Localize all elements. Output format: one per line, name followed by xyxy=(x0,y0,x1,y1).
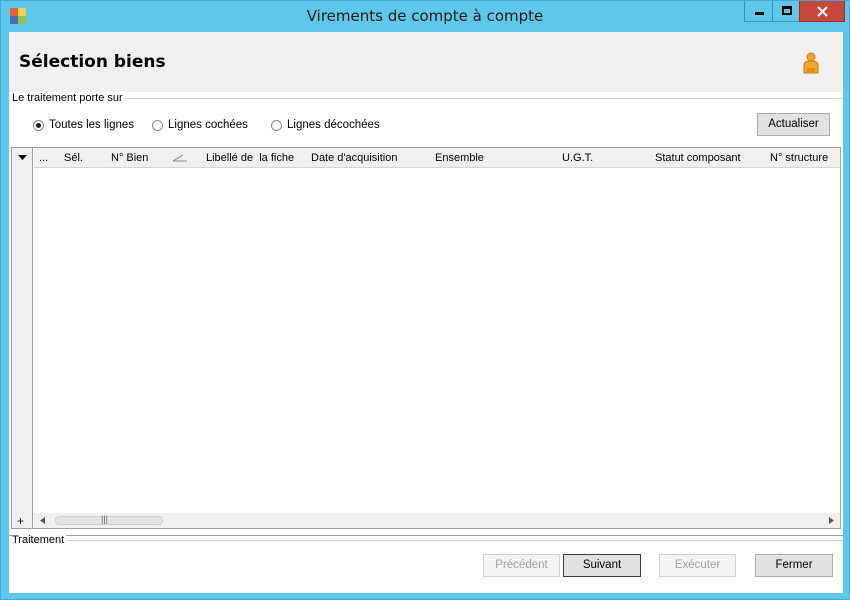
radio-all-lines[interactable]: Toutes les lignes xyxy=(33,118,134,132)
column-header-structure-number[interactable]: N° structure xyxy=(770,152,828,164)
user-icon xyxy=(803,52,819,74)
scroll-right-icon[interactable] xyxy=(829,517,834,524)
footer-group-line xyxy=(67,540,843,541)
scroll-left-icon[interactable] xyxy=(40,517,45,524)
scroll-thumb-grip: ||| xyxy=(101,514,109,524)
radio-checked-lines[interactable]: Lignes cochées xyxy=(152,118,248,132)
close-window-button[interactable] xyxy=(799,1,845,22)
window-title: Virements de compte à compte xyxy=(306,7,544,25)
close-icon xyxy=(817,6,828,17)
maximize-button[interactable] xyxy=(772,1,800,22)
minimize-icon xyxy=(755,12,764,15)
add-row-icon[interactable]: + xyxy=(17,514,24,528)
footer-group-label: Traitement xyxy=(12,534,67,546)
radio-unchecked-lines-label: Lignes décochées xyxy=(287,119,380,131)
column-header-ugt[interactable]: U.G.T. xyxy=(562,152,593,164)
column-header-label[interactable]: Libellé de la fiche xyxy=(206,152,294,164)
page-title: Sélection biens xyxy=(19,52,166,72)
window-frame: Virements de compte à compte Sélection b… xyxy=(0,0,850,600)
header-band: Sélection biens xyxy=(9,32,843,92)
sort-indicator-icon xyxy=(173,154,187,162)
horizontal-scrollbar[interactable]: ||| xyxy=(34,513,840,528)
previous-button[interactable]: Précédent xyxy=(483,554,560,577)
refresh-button[interactable]: Actualiser xyxy=(757,113,830,136)
radio-indicator[interactable] xyxy=(271,119,282,131)
radio-unchecked-lines[interactable]: Lignes décochées xyxy=(271,118,380,132)
assets-grid[interactable]: + ... Sél. N° Bien Libellé de la fiche D… xyxy=(11,147,841,529)
column-header-asset-number[interactable]: N° Bien xyxy=(111,152,148,164)
column-header-more[interactable]: ... xyxy=(39,152,48,164)
radio-indicator[interactable] xyxy=(152,119,163,131)
execute-button[interactable]: Exécuter xyxy=(659,554,736,577)
minimize-button[interactable] xyxy=(744,1,773,22)
close-button[interactable]: Fermer xyxy=(755,554,833,577)
grid-header: ... Sél. N° Bien Libellé de la fiche Dat… xyxy=(34,148,840,168)
scroll-thumb[interactable]: ||| xyxy=(55,514,163,525)
client-area: Sélection biens Le traitement porte sur … xyxy=(9,32,843,593)
radio-all-lines-label: Toutes les lignes xyxy=(49,119,135,131)
row-selector-column: + xyxy=(12,148,33,528)
radio-checked-lines-label: Lignes cochées xyxy=(168,119,248,131)
column-header-component-status[interactable]: Statut composant xyxy=(655,152,741,164)
title-bar[interactable]: Virements de compte à compte xyxy=(1,1,849,32)
filter-group-label: Le traitement porte sur xyxy=(12,92,125,104)
section-divider xyxy=(9,535,843,536)
dropdown-arrow-icon[interactable] xyxy=(18,155,27,161)
maximize-icon xyxy=(782,6,792,15)
column-header-select[interactable]: Sél. xyxy=(64,152,83,164)
radio-indicator[interactable] xyxy=(33,119,44,131)
column-header-group[interactable]: Ensemble xyxy=(435,152,484,164)
filter-group-line xyxy=(119,98,843,99)
column-header-acquisition-date[interactable]: Date d'acquisition xyxy=(311,152,398,164)
next-button[interactable]: Suivant xyxy=(563,554,641,577)
